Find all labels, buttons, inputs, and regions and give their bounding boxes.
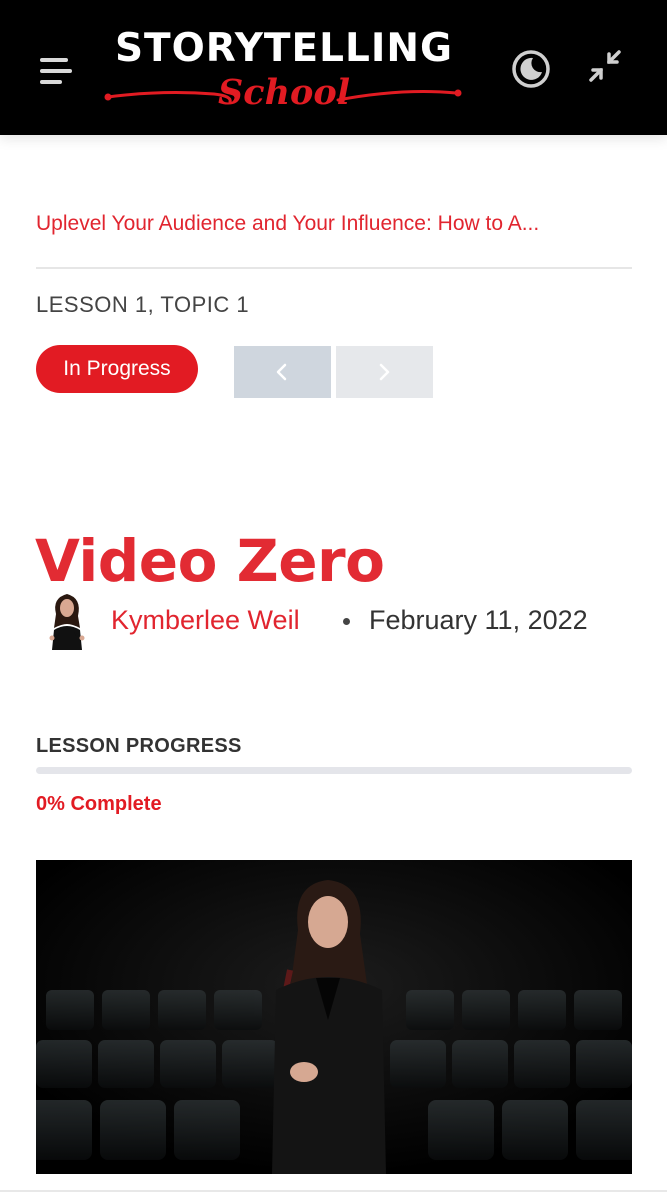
divider <box>36 267 632 269</box>
progress-heading: LESSON PROGRESS <box>36 735 242 757</box>
video-thumbnail <box>36 860 632 1174</box>
hamburger-menu-icon-bar <box>40 80 62 84</box>
course-breadcrumb-link[interactable]: Uplevel Your Audience and Your Influence… <box>36 208 632 240</box>
progress-bar <box>36 767 632 774</box>
chevron-left-icon <box>276 363 287 381</box>
theme-toggle-button[interactable] <box>510 48 552 90</box>
post-date: February 11, 2022 <box>369 605 588 635</box>
chevron-right-icon <box>379 363 390 381</box>
footer-divider <box>0 1190 667 1192</box>
author-avatar[interactable] <box>42 588 92 650</box>
previous-topic-button[interactable] <box>234 346 331 398</box>
logo-wordmark: STORYTELLING <box>114 26 454 71</box>
menu-button[interactable] <box>38 55 74 87</box>
logo-script-text: School <box>217 72 351 113</box>
hamburger-menu-icon-bar <box>40 69 72 73</box>
site-logo[interactable]: STORYTELLING School <box>102 26 466 121</box>
status-badge: In Progress <box>36 345 198 393</box>
collapse-button[interactable] <box>584 46 626 88</box>
meta-separator-dot <box>343 618 350 625</box>
lesson-video-player[interactable] <box>36 860 632 1174</box>
hamburger-menu-icon <box>40 58 68 62</box>
collapse-arrows-icon <box>589 50 621 82</box>
progress-percent-text: 0% Complete <box>36 793 162 815</box>
author-name-link[interactable]: Kymberlee Weil <box>111 602 300 638</box>
lesson-topic-label: LESSON 1, TOPIC 1 <box>36 292 250 317</box>
next-topic-button[interactable] <box>336 346 433 398</box>
moon-icon <box>512 50 550 88</box>
site-header: STORYTELLING School <box>0 0 667 135</box>
